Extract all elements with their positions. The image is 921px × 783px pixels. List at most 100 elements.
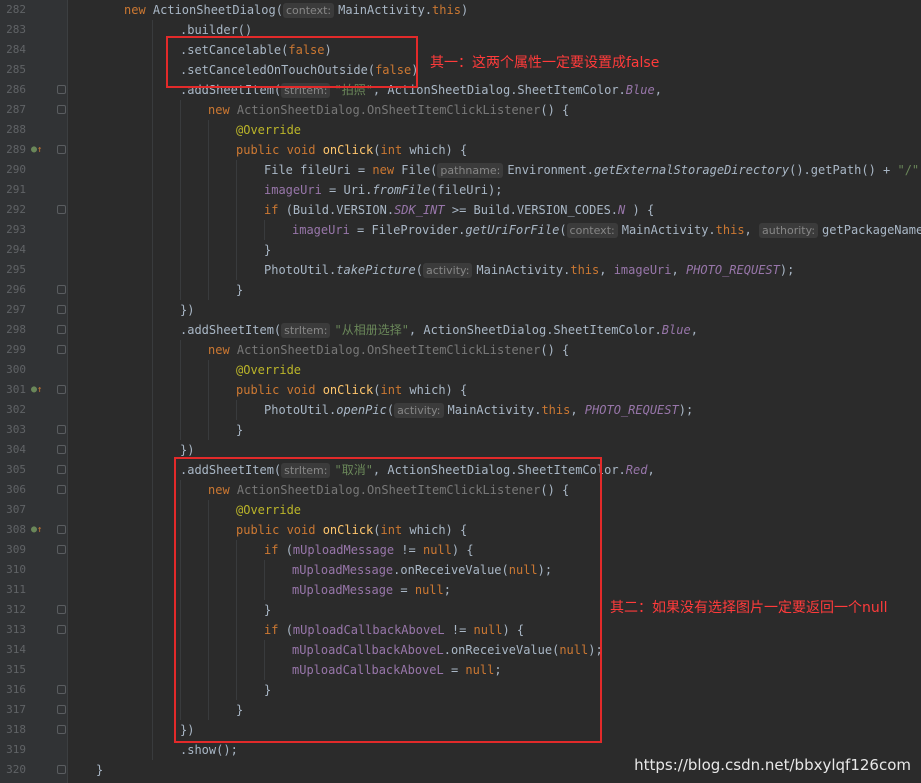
fold-toggle-icon[interactable] [57,545,66,554]
indent-guide [152,720,153,740]
code-text: .addSheetItem(strItem: "从相册选择", ActionShe… [180,320,698,340]
fold-toggle-icon[interactable] [57,345,66,354]
code-token: ); [678,403,694,417]
code-token: onClick [322,143,374,157]
code-line[interactable]: 299 new ActionSheetDialog.OnSheetItemClic… [0,340,921,360]
line-number: 292 [6,203,26,216]
code-line[interactable]: 294} [0,240,921,260]
code-token: (Build.VERSION. [285,203,395,217]
code-token: new [372,163,402,177]
fold-toggle-icon[interactable] [57,725,66,734]
indent-guide [236,180,237,200]
fold-toggle-icon[interactable] [57,485,66,494]
override-marker-icon[interactable]: ●↑ [31,144,43,156]
code-token: , [570,403,585,417]
indent-guide [180,380,181,400]
indent-guide [236,160,237,180]
fold-toggle-icon[interactable] [57,625,66,634]
fold-toggle-icon[interactable] [57,85,66,94]
fold-toggle-icon[interactable] [57,145,66,154]
fold-toggle-icon[interactable] [57,705,66,714]
indent-guide [180,220,181,240]
indent-guide [152,200,153,220]
fold-toggle-icon[interactable] [57,465,66,474]
indent-guide [152,340,153,360]
code-line[interactable]: 302 PhotoUtil.openPic(activity: MainActivi… [0,400,921,420]
indent-guide [152,600,153,620]
indent-guide [152,700,153,720]
code-token: File fileUri = [264,163,373,177]
code-line[interactable]: 293 imageUri = FileProvider.getUriForFile… [0,220,921,240]
line-number: 285 [6,63,26,76]
indent-guide [152,220,153,240]
code-token: Environment. [507,163,595,177]
line-number: 282 [6,3,26,16]
code-token: @Override [236,123,302,137]
indent-guide [152,560,153,580]
fold-toggle-icon[interactable] [57,445,66,454]
indent-guide [152,400,153,420]
code-line[interactable]: 303} [0,420,921,440]
code-line[interactable]: 301 ●↑ public void onClick(int which) { [0,380,921,400]
indent-guide [152,180,153,200]
indent-guide [236,260,237,280]
code-line[interactable]: 288 @Override [0,120,921,140]
line-number: 314 [6,643,26,656]
indent-guide [180,200,181,220]
code-token: ActionSheetDialog.OnSheetItemClickListen… [236,343,541,357]
code-token: "/" [897,163,920,177]
code-line[interactable]: 300 @Override [0,360,921,380]
parameter-hint: context: [282,3,335,18]
code-line[interactable]: 282 new ActionSheetDialog(context: MainAct… [0,0,921,20]
override-marker-icon[interactable]: ●↑ [31,524,43,536]
indent-guide [208,220,209,240]
fold-toggle-icon[interactable] [57,285,66,294]
code-token: , [690,323,698,337]
parameter-hint: authority: [759,223,819,238]
fold-toggle-icon[interactable] [57,325,66,334]
indent-guide [152,660,153,680]
fold-toggle-icon[interactable] [57,425,66,434]
code-line[interactable]: 297}) [0,300,921,320]
indent-guide [152,280,153,300]
code-token: ) { [625,203,655,217]
code-line[interactable]: 283 .builder() [0,20,921,40]
parameter-hint: pathname: [437,163,504,178]
line-number: 320 [6,763,26,776]
code-token: this [432,3,461,17]
code-line[interactable]: 286 .addSheetItem(strItem: "拍照", ActionShe… [0,80,921,100]
code-token: , [647,463,655,477]
fold-toggle-icon[interactable] [57,605,66,614]
fold-toggle-icon[interactable] [57,685,66,694]
code-token: PhotoUtil. [264,263,337,277]
code-token: , [671,263,686,277]
code-token: MainActivity. [338,3,433,17]
code-text: @Override [236,120,301,140]
indent-guide [208,380,209,400]
code-line[interactable]: 290 File fileUri = new File(pathname: Envi… [0,160,921,180]
code-line[interactable]: 291 imageUri = Uri.fromFile(fileUri); [0,180,921,200]
line-number: 288 [6,123,26,136]
code-token: getPackageName( [822,223,921,237]
code-line[interactable]: 298 .addSheetItem(strItem: "从相册选择", Action… [0,320,921,340]
code-text: new ActionSheetDialog(context: MainActivi… [124,0,468,20]
code-token: SDK_INT [394,203,445,217]
fold-toggle-icon[interactable] [57,525,66,534]
override-marker-icon[interactable]: ●↑ [31,384,43,396]
code-line[interactable]: 289 ●↑ public void onClick(int which) { [0,140,921,160]
indent-guide [208,280,209,300]
code-line[interactable]: 287 new ActionSheetDialog.OnSheetItemClic… [0,100,921,120]
code-line[interactable]: 292 if (Build.VERSION.SDK_INT >= Build.VE… [0,200,921,220]
code-line[interactable]: 296} [0,280,921,300]
indent-guide [236,220,237,240]
code-line[interactable]: 295 PhotoUtil.takePicture(activity: MainAc… [0,260,921,280]
indent-guide [180,160,181,180]
fold-toggle-icon[interactable] [57,765,66,774]
code-token: ); [779,263,795,277]
fold-toggle-icon[interactable] [57,205,66,214]
indent-guide [208,420,209,440]
indent-guide [208,160,209,180]
fold-toggle-icon[interactable] [57,105,66,114]
fold-toggle-icon[interactable] [57,385,66,394]
fold-toggle-icon[interactable] [57,305,66,314]
